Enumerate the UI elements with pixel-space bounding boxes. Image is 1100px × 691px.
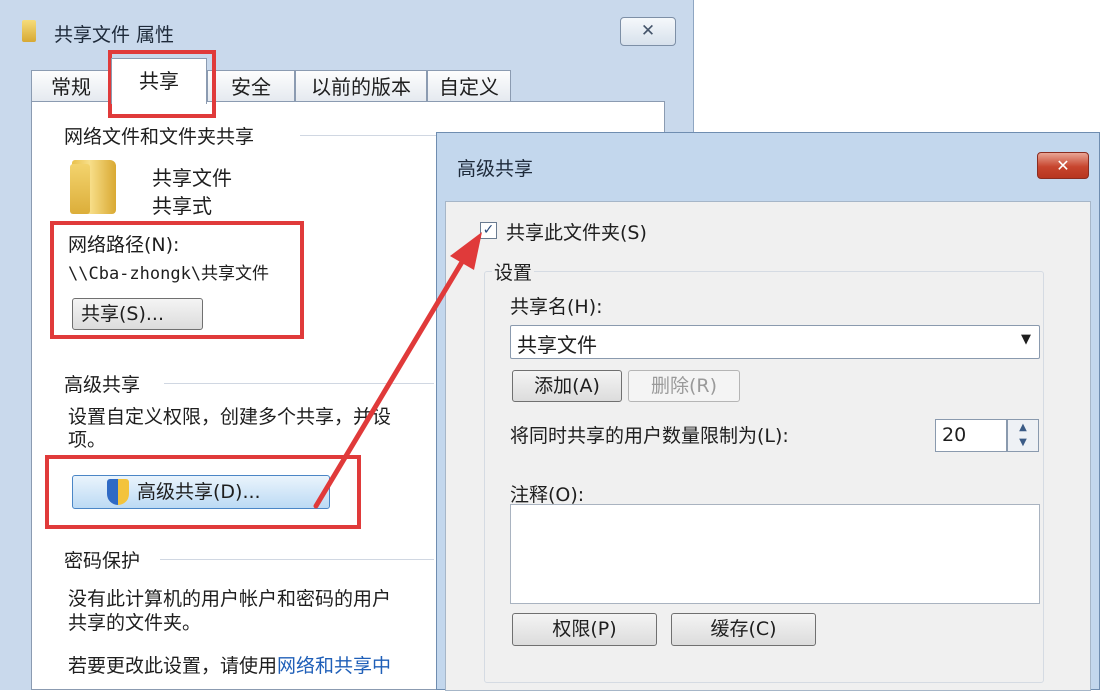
network-path-label: 网络路径(N):: [68, 234, 180, 256]
close-icon: ✕: [1056, 156, 1070, 175]
password-description: 没有此计算机的用户帐户和密码的用户: [68, 588, 392, 610]
folder-icon: [22, 20, 36, 42]
change-setting-text: 若要更改此设置，请使用网络和共享中: [68, 651, 391, 678]
advanced-section-title: 高级共享: [64, 374, 141, 396]
user-limit-input[interactable]: 20: [935, 419, 1007, 452]
caching-button[interactable]: 缓存(C): [671, 613, 816, 646]
close-button[interactable]: ✕: [620, 17, 676, 46]
share-folder-checkbox[interactable]: ✓: [480, 222, 497, 239]
remove-button: 删除(R): [628, 370, 740, 402]
folder-name: 共享文件: [152, 166, 232, 190]
spin-down-icon[interactable]: ▼: [1008, 435, 1038, 450]
comment-textarea[interactable]: [510, 504, 1040, 604]
uac-shield-icon: [107, 479, 129, 505]
share-name-select[interactable]: 共享文件 ▼: [510, 325, 1040, 359]
password-description-2: 共享的文件夹。: [68, 612, 202, 634]
folder-status: 共享式: [152, 194, 212, 218]
section-divider: [164, 383, 434, 384]
tab-previous-versions[interactable]: 以前的版本: [295, 70, 427, 102]
chevron-down-icon: ▼: [1021, 332, 1031, 347]
network-section-title: 网络文件和文件夹共享: [64, 126, 255, 148]
tab-general[interactable]: 常规: [31, 70, 111, 102]
shared-folder-icon: [70, 160, 116, 214]
spin-up-icon[interactable]: ▲: [1008, 420, 1038, 435]
share-name-value: 共享文件: [517, 333, 597, 357]
change-setting-prefix: 若要更改此设置，请使用: [68, 655, 278, 677]
advanced-description-2: 项。: [68, 429, 107, 451]
network-sharing-center-link[interactable]: 网络和共享中: [277, 655, 391, 677]
permissions-button[interactable]: 权限(P): [512, 613, 657, 646]
advanced-dialog-title: 高级共享: [457, 158, 534, 180]
network-path-value: \\Cba-zhongk\共享文件: [68, 264, 270, 284]
password-section-title: 密码保护: [64, 550, 141, 572]
advanced-description: 设置自定义权限，创建多个共享，并设: [68, 406, 392, 428]
tab-customize[interactable]: 自定义: [427, 70, 511, 102]
settings-label: 设置: [492, 258, 535, 285]
share-name-label: 共享名(H):: [510, 296, 603, 318]
checkmark-icon: ✓: [482, 222, 495, 238]
share-folder-label: 共享此文件夹(S): [506, 222, 647, 244]
close-icon: ✕: [640, 21, 656, 41]
section-divider: [160, 559, 434, 560]
add-button[interactable]: 添加(A): [512, 370, 622, 402]
properties-title: 共享文件 属性: [54, 24, 175, 46]
user-limit-spinner[interactable]: ▲ ▼: [1007, 419, 1039, 452]
advanced-close-button[interactable]: ✕: [1037, 152, 1089, 179]
user-limit-label: 将同时共享的用户数量限制为(L):: [510, 425, 789, 447]
share-button[interactable]: 共享(S)...: [72, 298, 203, 330]
tab-sharing[interactable]: 共享: [111, 58, 207, 104]
properties-titlebar: 共享文件 属性 ✕: [0, 0, 693, 60]
advanced-sharing-button[interactable]: 高级共享(D)...: [72, 475, 330, 509]
user-limit-value: 20: [942, 424, 967, 446]
tab-security[interactable]: 安全: [207, 70, 295, 102]
advanced-sharing-button-label: 高级共享(D)...: [137, 481, 261, 503]
comment-label: 注释(O):: [510, 484, 585, 506]
